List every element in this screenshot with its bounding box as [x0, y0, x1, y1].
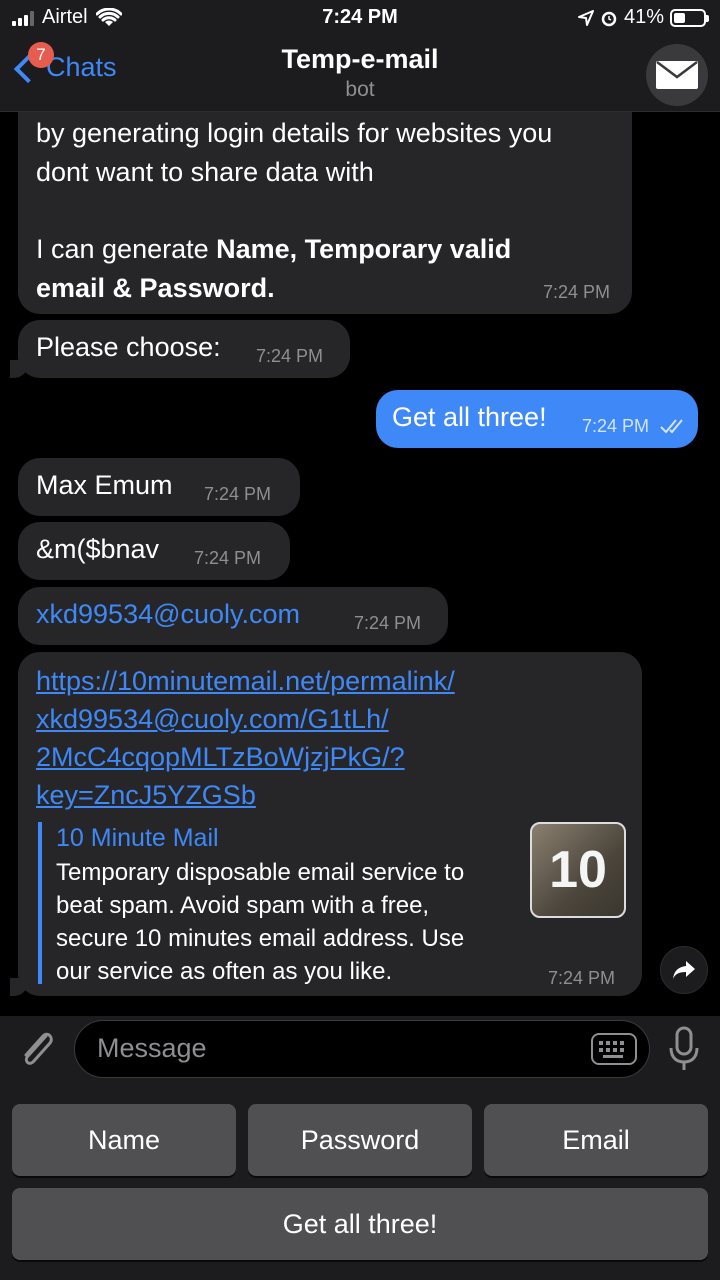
message-email[interactable]: xkd99534@cuoly.com 7:24 PM — [18, 587, 448, 645]
keyboard-icon[interactable] — [591, 1033, 637, 1065]
preview-line: Temporary disposable email service to — [56, 859, 465, 886]
message-placeholder: Message — [97, 1033, 207, 1063]
message-time: 7:24 PM — [194, 548, 262, 568]
reply-keyboard: Name Password Email Get all three! — [0, 1088, 720, 1280]
permalink-url[interactable]: key=ZncJ5YZGSb — [36, 776, 455, 814]
preview-line: our service as often as you like. — [56, 958, 393, 985]
message-text: &m($bnav — [36, 534, 160, 564]
nav-bar: Chats 7 Temp-e-mail bot — [0, 36, 720, 112]
message-name[interactable]: Max Emum 7:24 PM — [18, 458, 300, 516]
share-arrow-icon — [673, 961, 695, 979]
message-input[interactable]: Message — [74, 1020, 650, 1078]
message-permalink[interactable]: https://10minutemail.net/permalink/ xkd9… — [18, 652, 642, 996]
message-time: 7:24 PM — [548, 968, 616, 988]
permalink-url[interactable]: xkd99534@cuoly.com/G1tLh/ — [36, 700, 455, 738]
paperclip-icon — [24, 1032, 53, 1065]
reply-button-email[interactable]: Email — [484, 1104, 708, 1176]
bot-avatar[interactable] — [646, 44, 708, 106]
chat-subtitle: bot — [345, 78, 375, 101]
link-preview-site: 10 Minute Mail — [56, 824, 219, 852]
permalink-url[interactable]: https://10minutemail.net/permalink/ — [36, 662, 455, 700]
bubble-tail — [10, 360, 28, 378]
message-text: Get all three! — [392, 402, 547, 432]
message-time: 7:24 PM — [542, 282, 610, 302]
chat-area[interactable]: by generating login details for websites… — [0, 112, 720, 1016]
status-bar: Airtel 7:24 PM 41% — [0, 0, 720, 36]
status-right: 41% — [577, 6, 709, 29]
chat-title[interactable]: Temp-e-mail — [0, 44, 720, 75]
message-text: I can generate Name, Temporary valid — [36, 230, 552, 269]
permalink-url[interactable]: 2McC4cqopMLTzBoWjzjPkG/? — [36, 738, 455, 776]
message-time: 7:24 PM — [204, 484, 272, 504]
read-checkmarks-icon — [660, 419, 683, 434]
reply-button-name[interactable]: Name — [12, 1104, 236, 1176]
message-time: 7:24 PM — [256, 346, 324, 366]
battery-icon — [670, 8, 709, 27]
mic-button[interactable] — [662, 1024, 706, 1076]
message-text-bold: Name, Temporary valid — [216, 234, 512, 264]
alarm-icon — [601, 11, 617, 26]
message-text: Max Emum — [36, 470, 173, 500]
message-text: dont want to share data with — [36, 157, 374, 187]
envelope-icon — [656, 61, 698, 89]
thumbnail-text: 10 — [549, 841, 607, 899]
attach-button[interactable] — [16, 1026, 58, 1072]
link-preview[interactable]: 10 Minute Mail Temporary disposable emai… — [38, 822, 628, 985]
message-password[interactable]: &m($bnav 7:24 PM — [18, 522, 290, 580]
preview-line: secure 10 minutes email address. Use — [56, 925, 465, 952]
message-time: 7:24 PM — [354, 613, 422, 633]
message-intro[interactable]: by generating login details for websites… — [18, 112, 632, 314]
message-get-all-three[interactable]: Get all three! 7:24 PM — [376, 390, 698, 448]
message-text-plain: I can generate — [36, 234, 217, 264]
bubble-tail — [10, 978, 28, 996]
microphone-icon — [669, 1026, 699, 1070]
reply-button-get-all-three[interactable]: Get all three! — [12, 1188, 708, 1260]
location-arrow-icon — [577, 9, 594, 26]
link-preview-thumbnail: 10 — [530, 822, 626, 918]
preview-line: beat spam. Avoid spam with a free, — [56, 892, 430, 919]
link-preview-description: Temporary disposable email service to be… — [56, 856, 526, 988]
message-text-bold: email & Password. — [36, 273, 275, 303]
message-time: 7:24 PM — [582, 416, 650, 436]
battery-percent: 41% — [623, 6, 664, 28]
share-button[interactable] — [660, 946, 708, 994]
composer-bar: Message — [0, 1016, 720, 1088]
message-text: by generating login details for websites… — [36, 118, 553, 148]
message-text: Please choose: — [36, 332, 221, 362]
message-choose[interactable]: Please choose: 7:24 PM — [18, 320, 350, 378]
email-link[interactable]: xkd99534@cuoly.com — [36, 599, 300, 630]
reply-button-password[interactable]: Password — [248, 1104, 472, 1176]
